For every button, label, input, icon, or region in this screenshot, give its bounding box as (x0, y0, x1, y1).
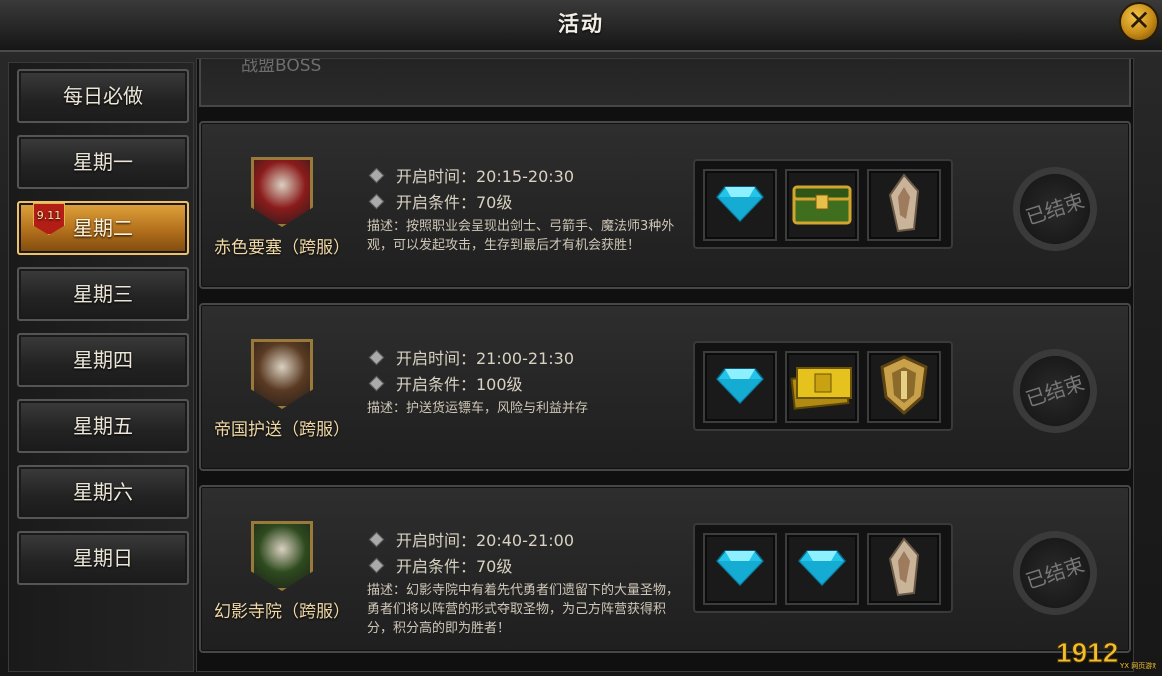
reward-slot[interactable] (867, 169, 941, 241)
ended-stamp: 已结束 (1002, 156, 1108, 262)
open-condition-row: 开启条件：70级 (367, 553, 682, 579)
activity-description: 描述：护送货运镖车，风险与利益并存 (367, 401, 589, 416)
day-tab[interactable]: 星期二 9.11 (17, 201, 189, 255)
open-time-row: 开启时间：20:40-21:00 (367, 527, 682, 553)
activity-info: 开启时间：20:40-21:00 开启条件：70级描述：幻影寺院中有着先代勇者们遗… (367, 527, 682, 638)
scroll-icon (884, 537, 924, 601)
activity-name: 赤色要塞（跨服） (214, 238, 350, 258)
reward-panel (693, 523, 953, 613)
day-tab-label: 星期一 (73, 150, 133, 174)
activity-list: 战盟BOSS 赤色要塞（跨服） 开启时间：20:15-20:30 开启条件：70级描… (196, 58, 1134, 672)
open-time-row: 开启时间：21:00-21:30 (367, 345, 682, 371)
scroll-icon (884, 173, 924, 237)
day-tab[interactable]: 星期一 (17, 135, 189, 189)
diamond-bullet-icon (368, 167, 385, 184)
open-time-text: 开启时间：20:40-21:00 (396, 531, 574, 550)
partial-activity-name: 战盟BOSS (241, 58, 322, 76)
reward-slot[interactable] (703, 169, 777, 241)
open-condition-text: 开启条件：100级 (396, 375, 523, 394)
day-tab-label: 星期日 (73, 546, 133, 570)
reward-slot[interactable] (785, 351, 859, 423)
open-time-text: 开启时间：20:15-20:30 (396, 167, 574, 186)
day-tab-label: 星期三 (73, 282, 133, 306)
diamond-icon (715, 547, 765, 591)
diamond-bullet-icon (368, 193, 385, 210)
diamond-bullet-icon (368, 349, 385, 366)
reward-panel (693, 159, 953, 249)
day-tab-label: 星期四 (73, 348, 133, 372)
diamond-bullet-icon (368, 531, 385, 548)
open-condition-text: 开启条件：70级 (396, 557, 513, 576)
site-watermark: 1912 YX 网页游戏 (1056, 637, 1156, 671)
day-tab[interactable]: 星期四 (17, 333, 189, 387)
activity-name: 帝国护送（跨服） (214, 420, 350, 440)
ended-stamp: 已结束 (1002, 520, 1108, 626)
activity-emblem-icon (251, 339, 313, 409)
day-tab-label: 每日必做 (63, 84, 143, 108)
reward-slot[interactable] (785, 169, 859, 241)
date-badge: 9.11 (33, 203, 65, 235)
day-sidebar: 每日必做星期一星期二 9.11 星期三星期四星期五星期六星期日 (8, 62, 194, 672)
diamond-icon (715, 365, 765, 409)
diamond-icon (715, 183, 765, 227)
activity-card: 帝国护送（跨服） 开启时间：21:00-21:30 开启条件：100级描述：护送货运… (199, 303, 1131, 471)
window-title: 活动 (558, 12, 604, 36)
diamond-bullet-icon (368, 557, 385, 574)
open-condition-row: 开启条件：70级 (367, 189, 682, 215)
reward-slot[interactable] (867, 351, 941, 423)
open-time-text: 开启时间：21:00-21:30 (396, 349, 574, 368)
day-tab[interactable]: 星期六 (17, 465, 189, 519)
gold-shield-icon (878, 355, 930, 419)
activity-name: 幻影寺院（跨服） (214, 602, 350, 622)
ended-stamp: 已结束 (1002, 338, 1108, 444)
open-time-row: 开启时间：20:15-20:30 (367, 163, 682, 189)
day-tab[interactable]: 星期五 (17, 399, 189, 453)
activity-info: 开启时间：21:00-21:30 开启条件：100级描述：护送货运镖车，风险与利益… (367, 345, 682, 418)
open-condition-text: 开启条件：70级 (396, 193, 513, 212)
reward-slot[interactable] (785, 533, 859, 605)
activity-emblem-icon (251, 521, 313, 591)
activity-info: 开启时间：20:15-20:30 开启条件：70级描述：按照职业会呈现出剑士、弓箭… (367, 163, 682, 255)
day-tab-label: 星期二 (73, 216, 133, 240)
diamond-icon (797, 547, 847, 591)
watermark-sub: YX 网页游戏 (1119, 661, 1156, 670)
close-button[interactable]: ✕ (1119, 2, 1159, 42)
activity-card: 幻影寺院（跨服） 开启时间：20:40-21:00 开启条件：70级描述：幻影寺院中… (199, 485, 1131, 653)
day-tab[interactable]: 星期日 (17, 531, 189, 585)
watermark-number: 1912 (1056, 637, 1118, 668)
partial-activity-card: 战盟BOSS (199, 59, 1131, 107)
day-tab-label: 星期六 (73, 480, 133, 504)
open-condition-row: 开启条件：100级 (367, 371, 682, 397)
title-bar: 活动 ✕ (0, 0, 1162, 52)
day-tab-label: 星期五 (73, 414, 133, 438)
reward-slot[interactable] (703, 533, 777, 605)
activity-card: 赤色要塞（跨服） 开启时间：20:15-20:30 开启条件：70级描述：按照职业会… (199, 121, 1131, 289)
diamond-bullet-icon (368, 375, 385, 392)
gold-tickets-icon (789, 358, 855, 416)
activity-description: 描述：按照职业会呈现出剑士、弓箭手、魔法师3种外观，可以发起攻击，生存到最后才有… (367, 219, 675, 253)
day-tab[interactable]: 每日必做 (17, 69, 189, 123)
treasure-chest-icon (790, 179, 854, 231)
game-window: 活动 ✕ 每日必做星期一星期二 9.11 星期三星期四星期五星期六星期日 战盟BOS… (0, 0, 1162, 676)
activity-emblem-icon (251, 157, 313, 227)
activity-description: 描述：幻影寺院中有着先代勇者们遗留下的大量圣物，勇者们将以阵营的形式夺取圣物，为… (367, 583, 680, 636)
reward-slot[interactable] (703, 351, 777, 423)
day-tab[interactable]: 星期三 (17, 267, 189, 321)
reward-slot[interactable] (867, 533, 941, 605)
reward-panel (693, 341, 953, 431)
